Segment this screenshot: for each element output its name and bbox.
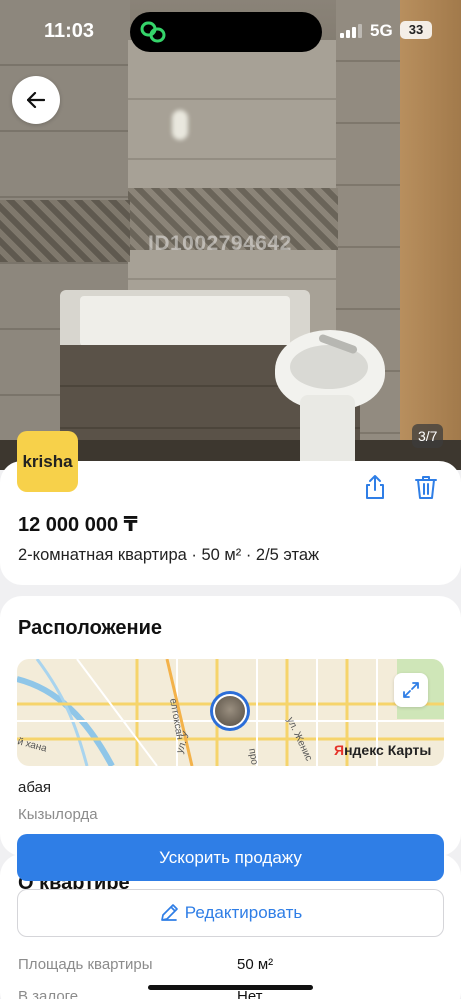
address-city: Кызылорда: [18, 806, 98, 823]
location-title: Расположение: [18, 617, 163, 639]
listing-price: 12 000 000 ₸: [18, 514, 138, 536]
photo-tile-band-left: [0, 200, 130, 262]
delete-button[interactable]: [413, 474, 439, 500]
screen: ID1002794642 11:03 5G 33 3/7 krisha 12 0…: [0, 0, 461, 999]
network-type: 5G: [370, 21, 393, 40]
krisha-logo: krisha: [17, 431, 78, 492]
map-brand-first-letter: Я: [334, 742, 345, 758]
trash-icon: [415, 476, 437, 499]
edit-button-label: Редактировать: [184, 903, 303, 922]
map-expand-button[interactable]: [394, 673, 428, 707]
arrow-left-icon: [27, 92, 45, 108]
share-button[interactable]: [362, 474, 388, 500]
home-indicator[interactable]: [148, 985, 313, 990]
share-icon: [366, 475, 384, 499]
listing-photo[interactable]: ID1002794642: [0, 0, 461, 470]
back-button[interactable]: [12, 76, 60, 124]
yandex-maps-logo: Яндекс Карты: [334, 742, 431, 758]
pencil-icon: [160, 904, 178, 921]
about-row-label: Площадь квартиры: [18, 956, 153, 973]
link-icon: [140, 21, 166, 43]
signal-icon: [340, 24, 362, 38]
battery-icon: 33: [400, 21, 432, 39]
photo-counter: 3/7: [412, 424, 444, 448]
edit-button[interactable]: Редактировать: [17, 889, 444, 937]
map-label: про: [246, 748, 260, 766]
status-time: 11:03: [44, 20, 95, 42]
map-pin-thumbnail: [213, 694, 247, 728]
photo-light-reflection: [172, 110, 188, 140]
about-row-label: В залоге: [18, 988, 79, 999]
address-street: абая: [18, 779, 52, 796]
photo-sink-pedestal: [300, 395, 355, 470]
boost-sale-button[interactable]: Ускорить продажу: [17, 834, 444, 881]
map-brand-rest: ндекс Карты: [344, 742, 432, 758]
photo-bathtub-inner: [80, 296, 290, 346]
status-bar: 11:03 5G 33: [0, 0, 461, 60]
about-row-value: 50 м²: [237, 956, 274, 973]
photo-door: [400, 0, 461, 470]
listing-subtitle: 2-комнатная квартира · 50 м² · 2/5 этаж: [18, 546, 320, 564]
map-pin[interactable]: [210, 691, 250, 731]
photo-watermark: ID1002794642: [148, 232, 292, 255]
dynamic-island: [130, 12, 322, 52]
expand-icon: [403, 682, 419, 698]
